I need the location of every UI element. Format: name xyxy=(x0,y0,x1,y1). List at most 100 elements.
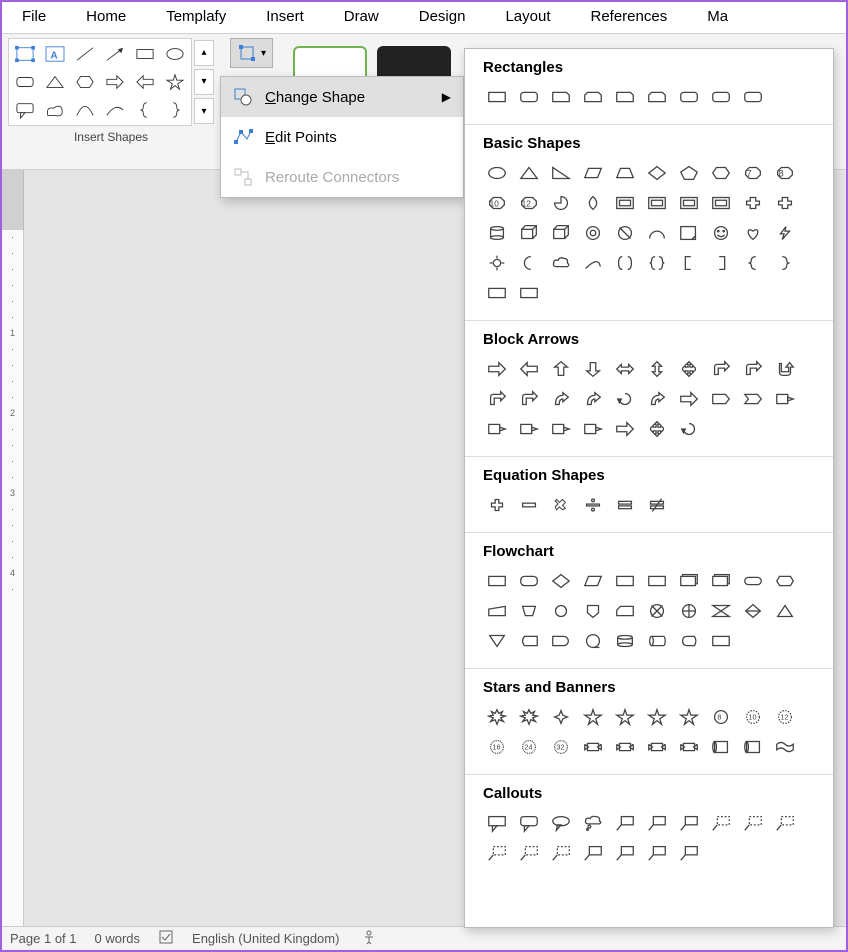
status-words[interactable]: 0 words xyxy=(95,931,141,946)
shape-option[interactable] xyxy=(611,734,639,760)
shape-option[interactable] xyxy=(675,250,703,276)
tab-home[interactable]: Home xyxy=(66,2,146,33)
shape-option[interactable] xyxy=(515,416,543,442)
shape-option[interactable] xyxy=(739,810,767,836)
shape-option[interactable] xyxy=(771,598,799,624)
shape-option[interactable] xyxy=(547,386,575,412)
shape-option[interactable] xyxy=(547,220,575,246)
edit-shape-button[interactable]: ▾ xyxy=(230,38,273,68)
shape-option[interactable] xyxy=(611,220,639,246)
shape-option[interactable] xyxy=(515,810,543,836)
shape-option[interactable] xyxy=(515,356,543,382)
shape-option[interactable] xyxy=(771,386,799,412)
shape-brace-right[interactable] xyxy=(161,97,189,123)
shape-option[interactable] xyxy=(707,190,735,216)
shape-option[interactable] xyxy=(611,598,639,624)
shape-option[interactable]: 32 xyxy=(547,734,575,760)
shape-option[interactable] xyxy=(675,704,703,730)
shape-option[interactable] xyxy=(707,386,735,412)
shape-option[interactable]: 12 xyxy=(515,190,543,216)
shape-option[interactable] xyxy=(547,840,575,866)
shape-oval[interactable] xyxy=(161,41,189,67)
tab-mailings[interactable]: Ma xyxy=(687,2,748,33)
shape-option[interactable] xyxy=(643,386,671,412)
tab-design[interactable]: Design xyxy=(399,2,486,33)
status-check-icon[interactable] xyxy=(158,929,174,948)
shape-option[interactable] xyxy=(547,704,575,730)
shape-option[interactable] xyxy=(771,220,799,246)
shape-option[interactable] xyxy=(611,386,639,412)
shapes-scroll-up[interactable]: ▴ xyxy=(194,40,214,66)
shape-option[interactable] xyxy=(579,416,607,442)
shape-option[interactable] xyxy=(611,840,639,866)
status-accessibility-icon[interactable] xyxy=(361,929,377,948)
shape-option[interactable] xyxy=(739,598,767,624)
shape-option[interactable] xyxy=(579,386,607,412)
tab-draw[interactable]: Draw xyxy=(324,2,399,33)
shape-option[interactable] xyxy=(771,250,799,276)
shape-option[interactable] xyxy=(579,84,607,110)
shape-option[interactable] xyxy=(515,220,543,246)
shape-rightarrow[interactable] xyxy=(101,69,129,95)
tab-templafy[interactable]: Templafy xyxy=(146,2,246,33)
shape-option[interactable] xyxy=(483,280,511,306)
shape-option[interactable] xyxy=(643,568,671,594)
shape-option[interactable] xyxy=(579,704,607,730)
shape-option[interactable] xyxy=(707,84,735,110)
shape-option[interactable]: 12 xyxy=(771,704,799,730)
shape-textbox-select[interactable] xyxy=(11,41,39,67)
shape-option[interactable]: 7 xyxy=(739,160,767,186)
shape-option[interactable] xyxy=(771,568,799,594)
shape-curve[interactable] xyxy=(71,97,99,123)
shape-option[interactable] xyxy=(707,568,735,594)
shape-option[interactable] xyxy=(611,416,639,442)
shape-option[interactable] xyxy=(707,356,735,382)
shape-option[interactable] xyxy=(483,250,511,276)
shape-freeform[interactable] xyxy=(41,97,69,123)
shape-option[interactable] xyxy=(579,356,607,382)
shape-option[interactable] xyxy=(547,250,575,276)
shape-hexagon[interactable] xyxy=(71,69,99,95)
shapes-scroll-down[interactable]: ▾ xyxy=(194,69,214,95)
shape-option[interactable] xyxy=(675,160,703,186)
tab-insert[interactable]: Insert xyxy=(246,2,324,33)
shapes-expand[interactable]: ▾ xyxy=(194,98,214,124)
shape-option[interactable]: 8 xyxy=(771,160,799,186)
shape-option[interactable] xyxy=(675,810,703,836)
shape-option[interactable] xyxy=(707,734,735,760)
shape-option[interactable] xyxy=(707,220,735,246)
shape-option[interactable] xyxy=(611,810,639,836)
shape-option[interactable] xyxy=(771,356,799,382)
shape-option[interactable] xyxy=(675,840,703,866)
shape-triangle[interactable] xyxy=(41,69,69,95)
shape-option[interactable] xyxy=(611,704,639,730)
shape-option[interactable]: 10 xyxy=(483,190,511,216)
shape-option[interactable] xyxy=(643,220,671,246)
status-page[interactable]: Page 1 of 1 xyxy=(10,931,77,946)
shape-option[interactable] xyxy=(643,84,671,110)
shape-option[interactable]: 10 xyxy=(739,704,767,730)
shape-option[interactable] xyxy=(483,416,511,442)
shape-option[interactable] xyxy=(579,492,607,518)
menu-change-shape[interactable]: Change Shape ▶ xyxy=(221,77,463,117)
shape-option[interactable] xyxy=(611,190,639,216)
shape-option[interactable] xyxy=(515,492,543,518)
shape-option[interactable] xyxy=(643,598,671,624)
shape-option[interactable] xyxy=(547,160,575,186)
shape-option[interactable] xyxy=(611,628,639,654)
shape-option[interactable] xyxy=(515,840,543,866)
shape-option[interactable]: 16 xyxy=(483,734,511,760)
shape-option[interactable] xyxy=(515,280,543,306)
menu-edit-points[interactable]: Edit Points xyxy=(221,117,463,157)
shape-option[interactable] xyxy=(547,568,575,594)
shape-option[interactable] xyxy=(643,734,671,760)
shape-option[interactable] xyxy=(739,386,767,412)
shape-option[interactable] xyxy=(675,734,703,760)
shape-option[interactable] xyxy=(675,628,703,654)
shape-option[interactable] xyxy=(611,492,639,518)
shape-option[interactable] xyxy=(579,568,607,594)
shape-option[interactable] xyxy=(675,356,703,382)
shape-option[interactable] xyxy=(611,356,639,382)
shape-option[interactable] xyxy=(483,810,511,836)
shape-option[interactable] xyxy=(547,598,575,624)
